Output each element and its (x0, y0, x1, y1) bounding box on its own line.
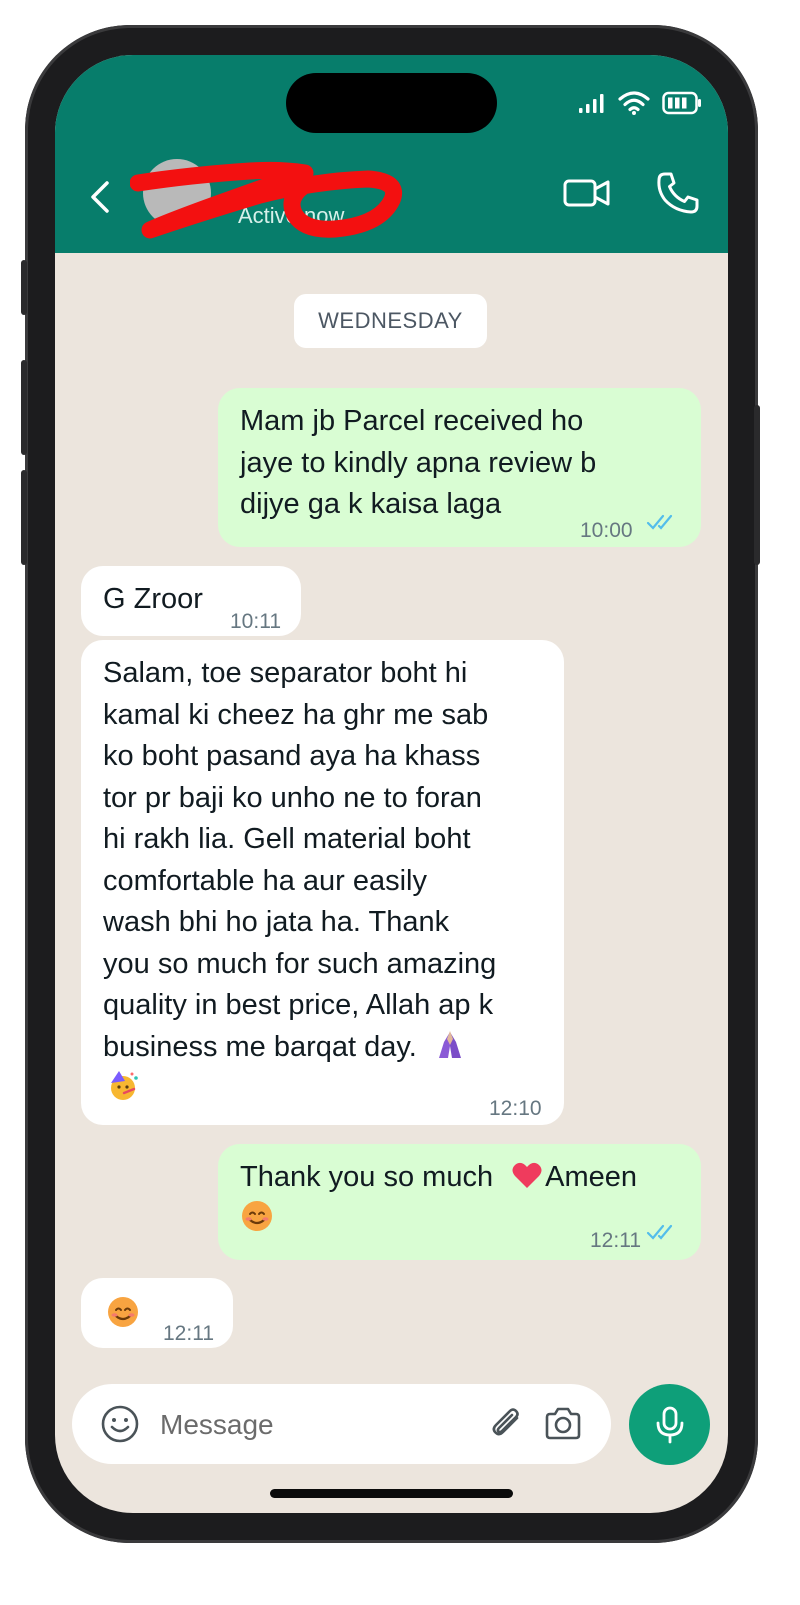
read-receipt-icon (646, 1224, 673, 1240)
message-bubble-outgoing[interactable]: Thank you so much Ameen 12:11 (218, 1144, 701, 1260)
message-line: business me barqat day. (103, 1030, 417, 1063)
message-line: Salam, toe separator boht hi (103, 657, 468, 689)
red-heart-emoji-icon (512, 1162, 542, 1188)
back-button[interactable] (85, 177, 115, 222)
message-line: comfortable ha aur easily (103, 864, 427, 897)
smiling-face-emoji-icon (108, 1297, 138, 1327)
message-bubble-incoming[interactable]: G Zroor 10:11 (81, 566, 301, 636)
message-bubble-incoming[interactable]: Salam, toe separator boht hi kamal ki ch… (81, 640, 564, 1125)
message-time: 10:11 (230, 610, 281, 633)
smiling-face-emoji-icon (242, 1200, 272, 1231)
voice-message-button[interactable] (629, 1384, 710, 1465)
message-input[interactable] (158, 1404, 462, 1446)
message-time: 10:00 (580, 519, 633, 542)
status-bar (578, 91, 702, 115)
message-line: dijye ga k kaisa laga (240, 488, 502, 520)
signal-icon (579, 94, 604, 113)
partying-face-emoji-icon (111, 1071, 138, 1100)
message-line: tor pr baji ko unho ne to foran (103, 781, 482, 814)
volume-down-button (21, 470, 27, 565)
message-time: 12:11 (590, 1229, 641, 1252)
message-text: Ameen (545, 1161, 638, 1193)
message-line: kamal ki cheez ha ghr me sab (103, 698, 489, 731)
emoji-icon (101, 1405, 139, 1443)
message-text: Thank you so much (240, 1161, 494, 1193)
message-line: quality in best price, Allah ap k (103, 989, 494, 1021)
chat-header: Active now (55, 55, 728, 253)
chat-screen: Active now WEDNESDAY Mam jb Parcel recei… (55, 55, 728, 1513)
camera-button[interactable] (542, 1404, 584, 1449)
paperclip-icon (492, 1408, 519, 1436)
message-line: wash bhi ho jata ha. Thank (103, 906, 450, 938)
message-line: hi rakh lia. Gell material boht (103, 823, 471, 855)
redaction-scribble (130, 161, 402, 239)
emoji-button[interactable] (100, 1404, 140, 1449)
video-camera-icon (563, 179, 610, 207)
message-composer (72, 1384, 611, 1464)
battery-icon (662, 91, 701, 115)
date-separator: WEDNESDAY (294, 294, 487, 348)
voice-call-button[interactable] (655, 170, 701, 221)
message-line: jaye to kindly apna review b (240, 446, 597, 479)
camera-icon (545, 1407, 581, 1440)
microphone-icon (656, 1406, 684, 1444)
chevron-left-icon (91, 181, 109, 213)
message-time: 12:10 (489, 1097, 542, 1120)
attach-button[interactable] (487, 1404, 527, 1449)
phone-icon (657, 172, 699, 214)
message-line: you so much for such amazing (103, 947, 497, 980)
mute-switch (21, 260, 27, 315)
wifi-icon (618, 91, 650, 115)
read-receipt-icon (646, 514, 673, 530)
message-line: ko boht pasand aya ha khass (103, 740, 481, 772)
video-call-button[interactable] (563, 175, 611, 216)
message-time: 12:11 (163, 1322, 214, 1345)
message-bubble-outgoing[interactable]: Mam jb Parcel received ho jaye to kindly… (218, 388, 701, 547)
power-button (754, 405, 760, 565)
message-bubble-incoming[interactable]: 12:11 (81, 1278, 233, 1348)
folded-hands-emoji-icon (438, 1030, 461, 1058)
message-line: Mam jb Parcel received ho (240, 405, 584, 437)
home-indicator (270, 1489, 513, 1498)
dynamic-island (286, 73, 497, 133)
volume-up-button (21, 360, 27, 455)
message-text: G Zroor (103, 583, 203, 615)
